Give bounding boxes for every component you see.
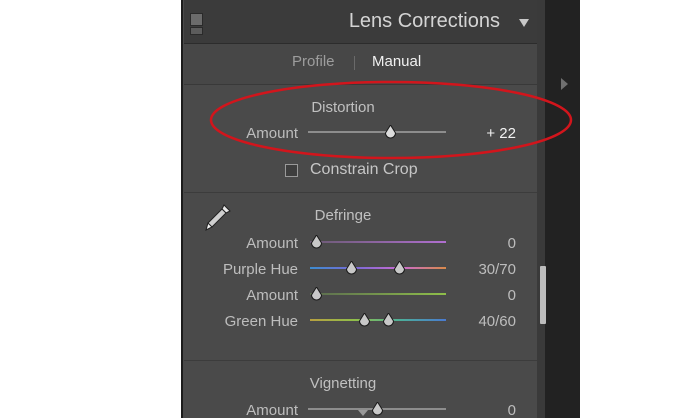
scroll-track[interactable] [537,0,545,418]
distortion-amount-value[interactable]: + 22 [456,125,516,142]
vignetting-amount-value[interactable]: 0 [456,402,516,419]
panel-title: Lens Corrections [348,10,500,32]
green-hue-slider[interactable] [310,319,446,321]
section-divider [184,192,537,193]
purple-amount-slider[interactable] [310,241,446,243]
expand-right-panel-icon[interactable] [561,78,568,90]
vignetting-heading: Vignetting [309,375,377,392]
green-amount-slider[interactable] [310,293,446,295]
constrain-crop-checkbox[interactable] [285,164,298,177]
scrollbar-thumb[interactable] [540,266,546,324]
distortion-heading: Distortion [311,99,375,116]
green-amount-value[interactable]: 0 [456,287,516,304]
scroll-down-arrow-icon[interactable] [358,410,368,416]
defringe-heading: Defringe [314,207,372,224]
tab-profile[interactable]: Profile [292,53,335,70]
purple-hue-high-thumb[interactable] [394,261,405,275]
purple-amount-thumb[interactable] [311,235,322,249]
green-hue-high-thumb[interactable] [383,313,394,327]
collapse-triangle-icon[interactable] [519,19,529,27]
tab-manual[interactable]: Manual [372,53,421,70]
panel-toggle-switch-icon[interactable] [190,13,203,26]
distortion-amount-thumb[interactable] [385,125,396,139]
purple-amount-value[interactable]: 0 [456,235,516,252]
green-amount-label: Amount [246,287,298,304]
green-hue-label: Green Hue [224,313,298,330]
vignetting-amount-label: Amount [246,402,298,419]
purple-hue-low-thumb[interactable] [346,261,357,275]
section-divider [184,360,537,361]
purple-hue-value[interactable]: 30/70 [456,261,516,278]
distortion-amount-label: Amount [246,125,298,142]
eyedropper-icon[interactable] [202,199,236,233]
vignetting-amount-thumb[interactable] [372,402,383,416]
green-hue-value[interactable]: 40/60 [456,313,516,330]
purple-amount-label: Amount [246,235,298,252]
constrain-crop-label[interactable]: Constrain Crop [310,161,418,179]
right-panel-border [545,0,580,418]
green-hue-low-thumb[interactable] [359,313,370,327]
purple-hue-slider[interactable] [310,267,446,269]
tab-separator [354,56,355,70]
tabs-bar [184,44,537,85]
green-amount-thumb[interactable] [311,287,322,301]
purple-hue-label: Purple Hue [222,261,298,278]
distortion-amount-slider[interactable] [308,131,446,133]
panel-toggle-switch-lower [190,27,203,35]
